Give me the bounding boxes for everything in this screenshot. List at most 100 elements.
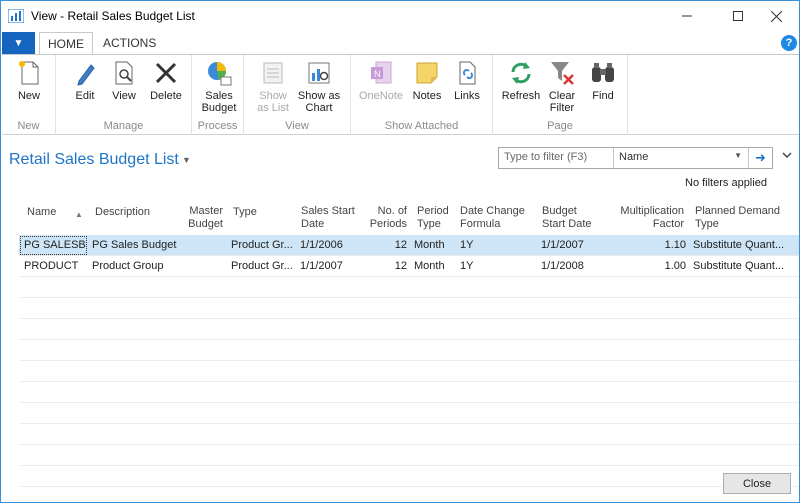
- tab-actions[interactable]: ACTIONS: [95, 32, 164, 54]
- delete-button[interactable]: Delete: [148, 59, 184, 102]
- column-description-label: Description: [95, 206, 151, 218]
- cell-description[interactable]: PG Sales Budget: [92, 239, 176, 251]
- budget-table: Name ▲ Description Master Budget Type Sa…: [19, 201, 799, 487]
- empty-row: [19, 340, 799, 361]
- cell-name[interactable]: PRODUCT: [24, 260, 78, 272]
- group-label-process: Process: [197, 120, 238, 132]
- onenote-icon: N: [371, 61, 392, 84]
- clear-filter-label: Clear Filter: [548, 90, 576, 114]
- filter-bar: Type to filter (F3) Name ▼ ➜: [498, 147, 773, 169]
- collapse-chevron-icon[interactable]: [782, 151, 792, 162]
- ribbon-tab-bar: ▼ HOME ACTIONS ?: [1, 32, 799, 55]
- group-label-show-attached: Show Attached: [384, 120, 459, 132]
- cell-date-change-formula[interactable]: 1Y: [460, 260, 473, 272]
- clear-filter-button[interactable]: Clear Filter: [545, 59, 579, 114]
- table-row[interactable]: PG SALESB PG Sales Budget Product Gr... …: [19, 235, 799, 256]
- ribbon-group-view: Show as List Show as Chart View: [244, 55, 351, 135]
- view-button[interactable]: View: [109, 59, 139, 102]
- column-budget-start-line2: Start Date: [542, 218, 592, 230]
- links-button[interactable]: Links: [451, 59, 483, 102]
- clear-filter-icon: [551, 62, 574, 85]
- close-icon[interactable]: [754, 1, 799, 31]
- edit-button[interactable]: Edit: [70, 59, 100, 102]
- column-description[interactable]: Description: [95, 206, 150, 219]
- filter-status: No filters applied: [685, 177, 767, 189]
- ribbon: New New Edit View Delete Manage Sales Bu…: [2, 54, 799, 135]
- column-period-type[interactable]: Period Type: [417, 205, 449, 231]
- new-button[interactable]: New: [14, 59, 44, 102]
- cell-type[interactable]: Product Gr...: [231, 260, 293, 272]
- column-demand-line1: Planned Demand: [695, 205, 781, 217]
- empty-row: [19, 403, 799, 424]
- cell-budget-start-date[interactable]: 1/1/2008: [541, 260, 584, 272]
- column-sales-start-date[interactable]: Sales Start Date: [301, 205, 355, 231]
- cell-planned-demand-type[interactable]: Substitute Quant...: [693, 260, 784, 272]
- cell-period-type[interactable]: Month: [414, 239, 445, 251]
- apply-filter-icon[interactable]: ➜: [748, 148, 772, 168]
- empty-row: [19, 382, 799, 403]
- ribbon-group-manage: Edit View Delete Manage: [56, 55, 192, 135]
- filter-input[interactable]: Type to filter (F3): [499, 148, 614, 168]
- title-bar: View - Retail Sales Budget List: [1, 1, 799, 31]
- cell-planned-demand-type[interactable]: Substitute Quant...: [693, 239, 784, 251]
- show-as-chart-button[interactable]: Show as Chart: [296, 59, 342, 114]
- column-sales-start-line2: Date: [301, 218, 325, 230]
- cell-no-of-periods[interactable]: 12: [359, 239, 407, 251]
- column-master-budget-line2: Budget: [188, 218, 223, 230]
- page-title[interactable]: Retail Sales Budget List: [9, 151, 179, 169]
- link-icon: [459, 61, 476, 85]
- group-label-view: View: [285, 120, 309, 132]
- column-multiplication-factor[interactable]: Multiplication Factor: [603, 205, 684, 231]
- app-menu-button[interactable]: ▼: [2, 32, 35, 54]
- help-icon[interactable]: ?: [781, 35, 797, 51]
- group-label-new: New: [17, 120, 40, 132]
- column-type[interactable]: Type: [233, 206, 257, 219]
- cell-multiplication-factor[interactable]: 1.10: [603, 239, 686, 251]
- cell-multiplication-factor[interactable]: 1.00: [603, 260, 686, 272]
- cell-date-change-formula[interactable]: 1Y: [460, 239, 473, 251]
- edit-label: Edit: [75, 90, 95, 102]
- minimize-icon[interactable]: [664, 1, 709, 31]
- empty-row: [19, 445, 799, 466]
- sales-budget-button[interactable]: Sales Budget: [200, 59, 238, 114]
- empty-row: [19, 319, 799, 340]
- cell-sales-start-date[interactable]: 1/1/2007: [300, 260, 343, 272]
- column-budget-start-date[interactable]: Budget Start Date: [542, 205, 592, 231]
- column-demand-line2: Type: [695, 218, 719, 230]
- column-budget-start-line1: Budget: [542, 205, 577, 217]
- filter-field-value: Name: [619, 151, 649, 163]
- column-planned-demand-type[interactable]: Planned Demand Type: [695, 205, 780, 231]
- notes-button[interactable]: Notes: [411, 59, 443, 102]
- refresh-label: Refresh: [501, 90, 541, 102]
- column-no-of-periods[interactable]: No. of Periods: [359, 205, 407, 231]
- table-row[interactable]: PRODUCT Product Group Product Gr... 1/1/…: [19, 256, 799, 277]
- show-as-list-button[interactable]: Show as List: [254, 59, 292, 114]
- list-icon: [263, 62, 283, 84]
- onenote-button[interactable]: N OneNote: [357, 59, 405, 102]
- column-master-budget[interactable]: Master Budget: [185, 205, 223, 231]
- close-button[interactable]: Close: [723, 473, 791, 494]
- column-name[interactable]: Name: [27, 206, 56, 219]
- window-title: View - Retail Sales Budget List: [31, 9, 195, 23]
- column-date-change-formula[interactable]: Date Change Formula: [460, 205, 525, 231]
- cell-sales-start-date[interactable]: 1/1/2006: [300, 239, 343, 251]
- column-periods-line1: No. of: [377, 205, 407, 217]
- ribbon-group-page: Refresh Clear Filter Find Page: [493, 55, 628, 135]
- tab-home[interactable]: HOME: [39, 32, 93, 55]
- cell-description[interactable]: Product Group: [92, 260, 164, 272]
- column-period-type-line1: Period: [417, 205, 449, 217]
- filter-field-select[interactable]: Name ▼: [614, 148, 748, 168]
- column-type-label: Type: [233, 206, 257, 218]
- find-button[interactable]: Find: [587, 59, 619, 102]
- column-period-type-line2: Type: [417, 218, 441, 230]
- cell-name[interactable]: PG SALESB: [24, 239, 86, 251]
- column-date-change-line1: Date Change: [460, 205, 525, 217]
- cell-period-type[interactable]: Month: [414, 260, 445, 272]
- refresh-button[interactable]: Refresh: [501, 59, 541, 102]
- cell-budget-start-date[interactable]: 1/1/2007: [541, 239, 584, 251]
- cell-no-of-periods[interactable]: 12: [359, 260, 407, 272]
- cell-type[interactable]: Product Gr...: [231, 239, 293, 251]
- chevron-down-icon[interactable]: ▼: [182, 155, 191, 165]
- delete-x-icon: [155, 62, 177, 84]
- view-document-icon: [115, 61, 133, 85]
